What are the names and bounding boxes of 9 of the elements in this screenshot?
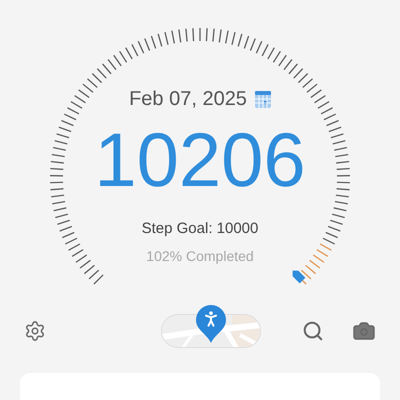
settings-icon[interactable] (24, 320, 46, 342)
search-icon[interactable] (302, 320, 324, 342)
date-label: Feb 07, 2025 (129, 89, 247, 109)
gauge-marker (292, 270, 306, 284)
completion-label: 102% Completed (146, 249, 254, 263)
person-pin-icon[interactable] (195, 304, 227, 344)
step-count: 10206 (94, 123, 306, 199)
step-goal-label: Step Goal: 10000 (142, 221, 258, 236)
calendar-icon[interactable] (254, 90, 271, 108)
